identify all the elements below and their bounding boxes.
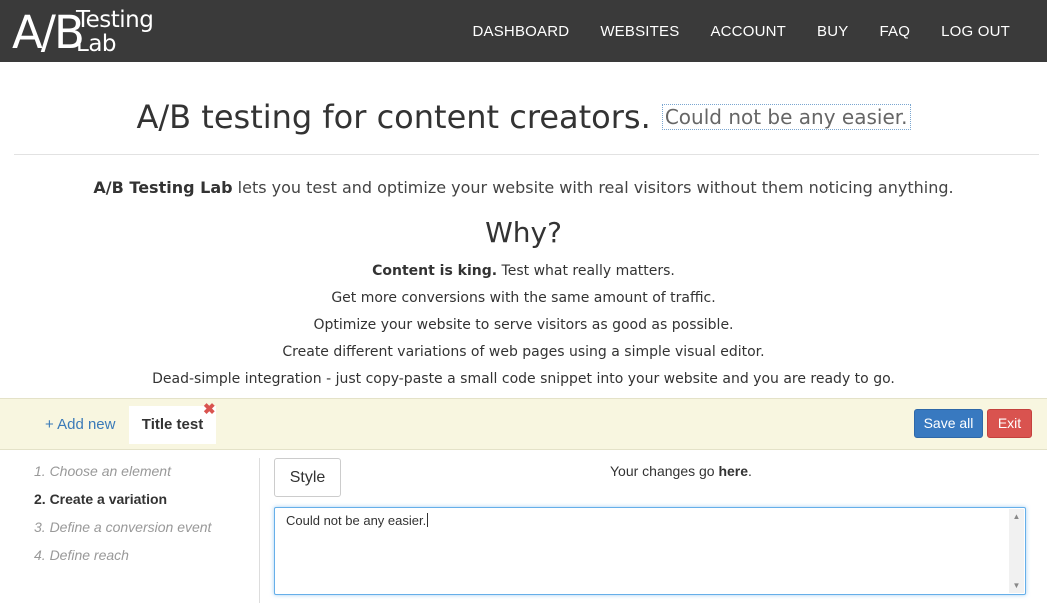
changes-note: Your changes go here. xyxy=(610,463,752,479)
main-nav: DASHBOARD WEBSITES ACCOUNT BUY FAQ LOG O… xyxy=(441,0,1010,62)
editor-text: Could not be any easier. xyxy=(286,513,427,528)
feature-text: Test what really matters. xyxy=(497,263,675,279)
scrollbar[interactable]: ▲ ▼ xyxy=(1009,509,1024,593)
text-caret xyxy=(427,513,429,527)
logo-text-top: Testing xyxy=(76,7,154,33)
feature-text: Optimize your website to serve visitors … xyxy=(313,317,734,333)
feature-item: Content is king. Test what really matter… xyxy=(0,261,1047,288)
exit-button[interactable]: Exit xyxy=(987,409,1032,438)
top-navbar: A/B Testing Lab DASHBOARD WEBSITES ACCOU… xyxy=(0,0,1047,62)
step-create-variation[interactable]: 2. Create a variation xyxy=(34,490,211,518)
intro-rest: lets you test and optimize your website … xyxy=(232,178,954,197)
scroll-up-icon[interactable]: ▲ xyxy=(1009,509,1024,524)
tab-title-test[interactable]: Title test ✖ xyxy=(129,402,216,444)
logo-text: Testing Lab xyxy=(76,7,154,57)
nav-account[interactable]: ACCOUNT xyxy=(710,23,786,40)
hero-title: A/B testing for content creators. xyxy=(136,98,651,136)
feature-text: Create different variations of web pages… xyxy=(282,344,765,360)
logo-ab: A/B xyxy=(12,6,85,59)
feature-item: Get more conversions with the same amoun… xyxy=(0,288,1047,315)
why-heading: Why? xyxy=(485,216,562,249)
panel-divider xyxy=(259,458,260,603)
nav-faq[interactable]: FAQ xyxy=(879,23,910,40)
save-all-button[interactable]: Save all xyxy=(914,409,983,438)
intro-text: A/B Testing Lab lets you test and optimi… xyxy=(0,178,1047,197)
add-new-test-link[interactable]: + Add new xyxy=(45,416,115,433)
close-icon[interactable]: ✖ xyxy=(203,402,216,417)
editor-toolbar: + Add new Title test ✖ Save all Exit xyxy=(0,398,1047,450)
variation-textarea[interactable]: Could not be any easier. ▲ ▼ xyxy=(274,507,1026,595)
step-define-conversion[interactable]: 3. Define a conversion event xyxy=(34,518,211,546)
changes-prefix: Your changes go xyxy=(610,463,719,479)
step-define-reach[interactable]: 4. Define reach xyxy=(34,546,211,574)
nav-dashboard[interactable]: DASHBOARD xyxy=(472,23,569,40)
divider xyxy=(14,154,1039,155)
nav-logout[interactable]: LOG OUT xyxy=(941,23,1010,40)
feature-item: Create different variations of web pages… xyxy=(0,342,1047,369)
logo-text-bottom: Lab xyxy=(76,31,117,57)
changes-here: here xyxy=(718,463,749,479)
feature-bold: Content is king. xyxy=(372,263,498,279)
step-choose-element[interactable]: 1. Choose an element xyxy=(34,462,211,490)
wizard-steps: 1. Choose an element 2. Create a variati… xyxy=(34,462,211,574)
feature-item: Dead-simple integration - just copy-past… xyxy=(0,369,1047,396)
tab-label: Title test xyxy=(141,416,204,433)
intro-brand: A/B Testing Lab xyxy=(93,178,233,197)
hero-heading: A/B testing for content creators. Could … xyxy=(0,98,1047,136)
scroll-down-icon[interactable]: ▼ xyxy=(1009,578,1024,593)
feature-text: Dead-simple integration - just copy-past… xyxy=(152,371,895,387)
feature-text: Get more conversions with the same amoun… xyxy=(331,290,716,306)
style-button[interactable]: Style xyxy=(274,458,341,497)
changes-suffix: . xyxy=(748,463,752,479)
feature-item: Optimize your website to serve visitors … xyxy=(0,315,1047,342)
feature-list: Content is king. Test what really matter… xyxy=(0,261,1047,396)
nav-websites[interactable]: WEBSITES xyxy=(600,23,679,40)
hero-subtitle-editable[interactable]: Could not be any easier. xyxy=(661,104,911,130)
nav-buy[interactable]: BUY xyxy=(817,23,848,40)
